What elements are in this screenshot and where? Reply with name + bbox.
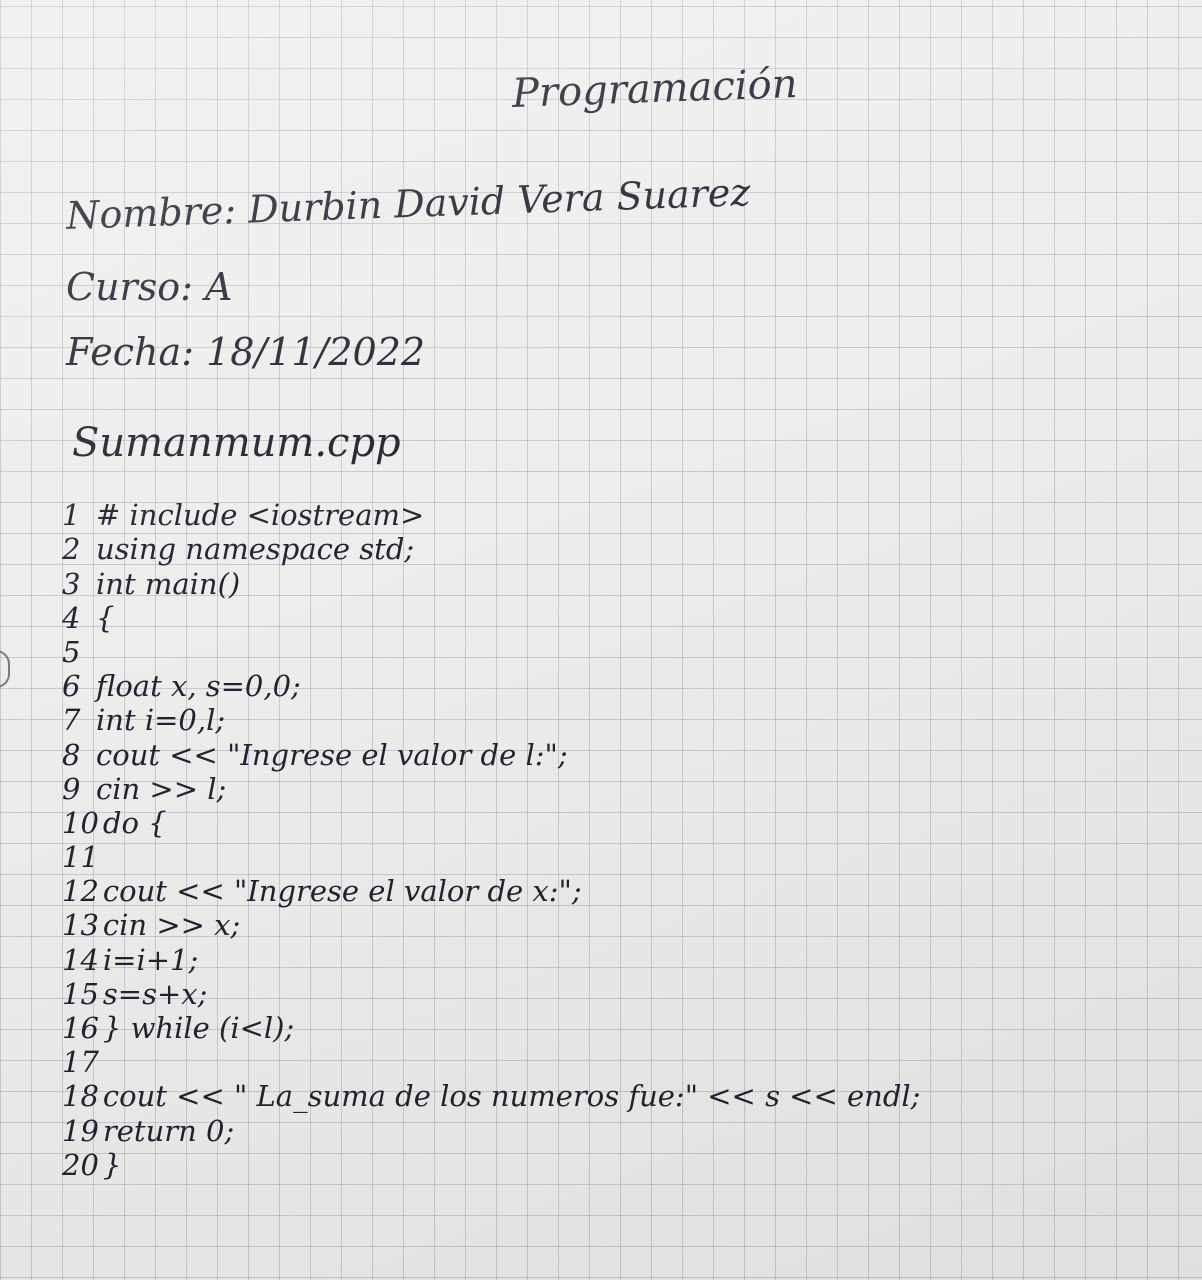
line-number: 20 <box>62 1147 99 1182</box>
code-line: 20} <box>62 1148 920 1182</box>
line-number: 7 <box>62 703 81 738</box>
line-number: 8 <box>62 737 81 772</box>
code-line: 3 int main() <box>62 566 920 601</box>
line-number: 16 <box>62 1011 99 1045</box>
code-line: 13 cin >> x; <box>62 908 920 942</box>
code-text: cin >> l; <box>96 771 227 806</box>
code-text: } while (i<l); <box>102 1011 295 1045</box>
code-text: cout << "Ingrese el valor de l:"; <box>96 737 568 772</box>
code-line: 16} while (i<l); <box>62 1011 920 1045</box>
code-text: float x, s=0,0; <box>96 669 301 704</box>
code-line: 12 cout << "Ingrese el valor de x:"; <box>62 874 920 908</box>
code-text: } <box>102 1147 122 1182</box>
code-text: s=s+x; <box>102 976 208 1011</box>
code-line: 1 # include <iostream> <box>62 498 920 532</box>
code-text: using namespace std; <box>96 532 415 567</box>
line-number: 15 <box>62 976 99 1011</box>
code-text: cout << " La_suma de los numeros fue:" <… <box>102 1079 921 1114</box>
code-line: 17 <box>62 1045 920 1079</box>
code-text: cin >> x; <box>102 908 241 943</box>
code-text: int main() <box>96 566 241 601</box>
code-text: do { <box>102 805 167 840</box>
code-line: 9 cin >> l; <box>62 772 920 806</box>
notebook-page: Programación Nombre: Durbin David Vera S… <box>0 0 1202 1280</box>
line-number: 6 <box>62 669 81 704</box>
line-number: 9 <box>62 771 81 806</box>
code-line: 4{ <box>62 601 920 635</box>
page-edge-mark <box>0 650 10 688</box>
line-number: 17 <box>62 1045 99 1080</box>
code-text: cout << "Ingrese el valor de x:"; <box>102 874 582 909</box>
code-line: 14 i=i+1; <box>62 942 920 977</box>
code-listing: 1 # include <iostream> 2 using namespace st… <box>62 498 920 1182</box>
code-line: 11 <box>62 840 920 874</box>
line-number: 13 <box>62 908 99 943</box>
line-number: 5 <box>62 634 81 669</box>
code-text: # include <iostream> <box>96 498 425 533</box>
line-number: 18 <box>62 1079 99 1114</box>
code-line: 6 float x, s=0,0; <box>62 669 920 703</box>
code-text: { <box>96 600 115 635</box>
date-line: Fecha: 18/11/2022 <box>66 330 426 374</box>
line-number: 3 <box>62 566 81 601</box>
line-number: 14 <box>62 942 99 977</box>
code-line: 2 using namespace std; <box>62 532 920 566</box>
line-number: 10 <box>62 805 99 840</box>
line-number: 19 <box>62 1113 99 1148</box>
code-line: 15 s=s+x; <box>62 977 920 1011</box>
code-line: 7 int i=0,l; <box>62 703 920 737</box>
code-text: i=i+1; <box>102 942 199 977</box>
code-line: 18 cout << " La_suma de los numeros fue:"… <box>62 1079 920 1113</box>
student-name-line: Nombre: Durbin David Vera Suarez <box>65 170 752 238</box>
line-number: 12 <box>62 874 99 909</box>
code-text: return 0; <box>102 1113 235 1148</box>
line-number: 2 <box>62 532 81 567</box>
line-number: 4 <box>62 600 81 635</box>
line-number: 1 <box>62 498 81 533</box>
code-text: int i=0,l; <box>96 703 226 738</box>
code-filename: Sumanmum.cpp <box>72 420 401 466</box>
code-line: 5 <box>62 635 920 669</box>
code-line: 10 do { <box>62 806 920 840</box>
line-number: 11 <box>62 840 99 875</box>
code-line: 8 cout << "Ingrese el valor de l:"; <box>62 737 920 772</box>
page-title: Programación <box>511 61 799 117</box>
course-line: Curso: A <box>66 265 233 309</box>
code-line: 19 return 0; <box>62 1113 920 1148</box>
